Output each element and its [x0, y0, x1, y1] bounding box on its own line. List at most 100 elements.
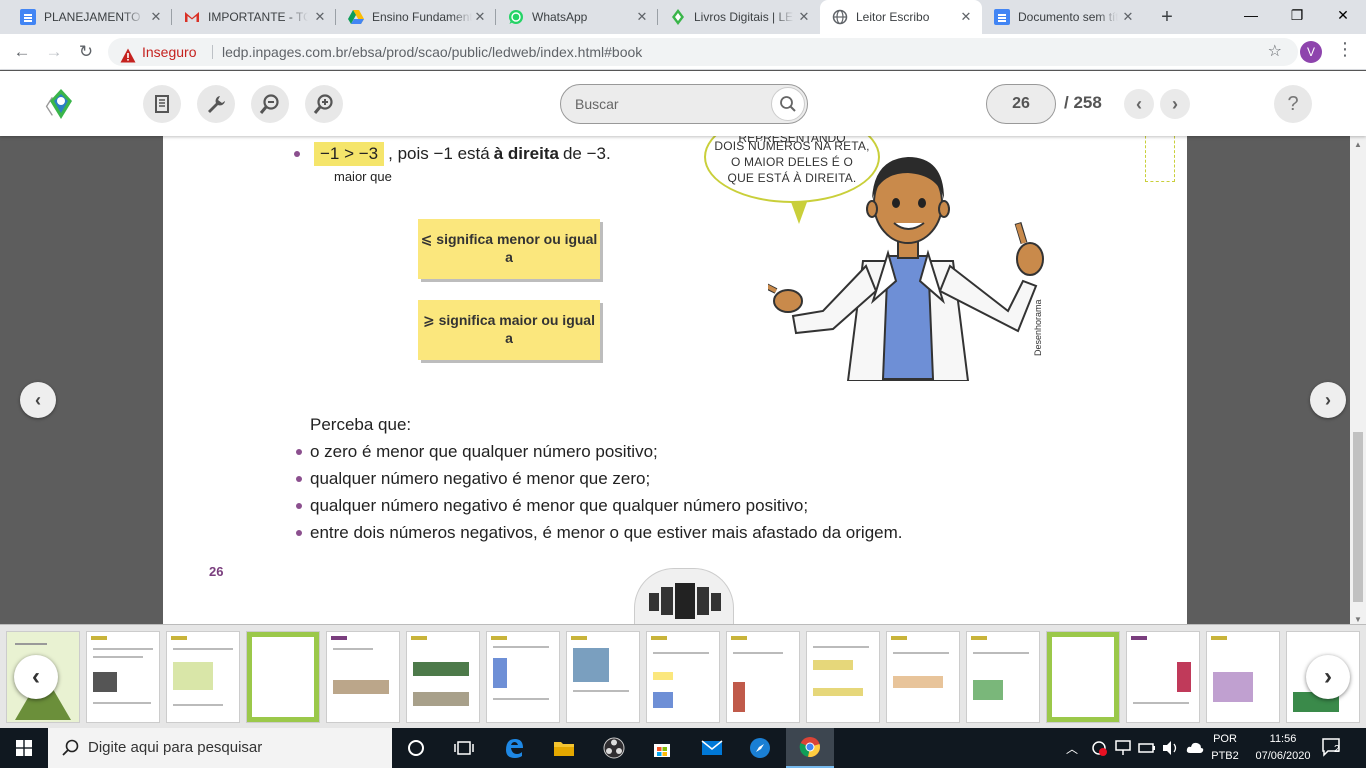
search-icon[interactable] [771, 87, 805, 121]
show-hidden-icons-icon[interactable]: ︿ [1066, 740, 1078, 768]
tab-leitor-escribo[interactable]: Leitor Escribo ✕ [820, 0, 982, 34]
page-scrollbar[interactable]: ▲ ▼ [1350, 136, 1366, 628]
battery-icon[interactable] [1138, 740, 1156, 768]
google-drive-icon [348, 9, 364, 25]
close-icon[interactable]: ✕ [474, 10, 486, 23]
bullet-dot [294, 151, 300, 157]
page-thumbnail[interactable] [1126, 631, 1200, 723]
minimize-button[interactable]: — [1228, 0, 1274, 30]
edge-icon[interactable] [490, 728, 538, 768]
notification-center-icon[interactable]: 2 [1322, 738, 1344, 768]
page-thumbnail[interactable] [886, 631, 960, 723]
prev-page-arrow-icon[interactable]: ‹ [20, 382, 56, 418]
address-bar[interactable]: Inseguro ledp.inpages.com.br/ebsa/prod/s… [108, 38, 1298, 66]
zoom-in-icon[interactable] [305, 85, 343, 123]
onedrive-cloud-icon[interactable] [1186, 740, 1204, 768]
inequality-text: , pois −1 está [388, 144, 490, 163]
thumbnails-icon [649, 583, 721, 619]
page-thumbnail[interactable] [566, 631, 640, 723]
current-page-input[interactable]: 26 [986, 84, 1056, 124]
tab-livros-digitais[interactable]: Livros Digitais | LEDP ✕ [658, 0, 820, 34]
file-explorer-icon[interactable] [540, 728, 588, 768]
next-page-arrow-icon[interactable]: › [1310, 382, 1346, 418]
profile-avatar[interactable]: V [1300, 41, 1322, 63]
bookmark-ribbon[interactable] [1145, 136, 1175, 182]
page-thumbnail[interactable] [966, 631, 1040, 723]
forward-arrow-icon[interactable]: → [42, 40, 66, 64]
reload-icon[interactable]: ↻ [74, 40, 98, 64]
scrollbar-thumb[interactable] [1353, 432, 1363, 602]
page-thumbnail[interactable] [806, 631, 880, 723]
volume-icon[interactable] [1162, 740, 1180, 768]
bookmark-star-icon[interactable]: ☆ [1268, 38, 1282, 66]
perceba-item: o zero é menor que qualquer número posit… [296, 442, 658, 462]
cortana-icon[interactable] [392, 728, 440, 768]
clock-time[interactable]: 11:56 [1248, 733, 1318, 745]
wrench-tools-icon[interactable] [197, 85, 235, 123]
close-icon[interactable]: ✕ [150, 10, 162, 23]
keyboard-layout[interactable]: PTB2 [1208, 750, 1242, 762]
page-thumbnail[interactable] [166, 631, 240, 723]
page-thumbnail[interactable] [86, 631, 160, 723]
obs-icon[interactable] [590, 728, 638, 768]
back-arrow-icon[interactable]: ← [10, 40, 34, 64]
ledp-logo[interactable] [50, 89, 72, 119]
chrome-icon[interactable] [786, 728, 834, 768]
task-view-icon[interactable] [440, 728, 488, 768]
tab-title: Livros Digitais | LEDP [694, 10, 794, 24]
page-thumbnail[interactable] [1206, 631, 1280, 723]
illustration-credit: Desenhorama [1033, 299, 1043, 356]
prev-page-chevron-icon[interactable]: ‹ [1124, 89, 1154, 119]
page-thumbnail[interactable] [406, 631, 480, 723]
url-text[interactable]: ledp.inpages.com.br/ebsa/prod/scao/publi… [222, 38, 642, 66]
tab-title: PLANEJAMENTO SEMANAL [44, 10, 144, 24]
tab-title: Ensino Fundamental [372, 10, 472, 24]
security-label[interactable]: Inseguro [142, 38, 196, 66]
tab-gmail[interactable]: IMPORTANTE - TODOS ✕ [172, 0, 336, 34]
network-status-icon[interactable] [1090, 740, 1108, 768]
search-input[interactable] [575, 94, 765, 114]
tab-title: WhatsApp [532, 10, 588, 24]
thumbnails-toggle-button[interactable] [634, 568, 734, 628]
close-icon[interactable]: ✕ [1122, 10, 1134, 23]
store-icon[interactable] [638, 728, 686, 768]
page-thumbnail[interactable] [326, 631, 400, 723]
clock-date[interactable]: 07/06/2020 [1248, 750, 1318, 762]
page-thumbnail[interactable] [486, 631, 560, 723]
google-docs-icon [994, 9, 1010, 25]
windows-start-icon[interactable] [0, 728, 48, 768]
perceba-title: Perceba que: [310, 415, 412, 434]
tab-documento[interactable]: Documento sem título ✕ [982, 0, 1144, 34]
tab-title: IMPORTANTE - TODOS [208, 10, 308, 24]
close-icon[interactable]: ✕ [636, 10, 648, 23]
page-thumbnail[interactable] [646, 631, 720, 723]
new-tab-button[interactable]: + [1156, 6, 1178, 28]
thumbnails-next-arrow-icon[interactable]: › [1306, 655, 1350, 699]
browser-compass-icon[interactable] [736, 728, 784, 768]
page-thumbnail[interactable] [1046, 631, 1120, 723]
ethernet-icon[interactable] [1114, 740, 1132, 768]
taskbar-search[interactable]: Digite aqui para pesquisar [48, 728, 392, 768]
close-icon[interactable]: ✕ [798, 10, 810, 23]
menu-dots-icon[interactable]: ⋮ [1336, 39, 1354, 60]
tab-drive[interactable]: Ensino Fundamental ✕ [336, 0, 496, 34]
page-thumbnail[interactable] [726, 631, 800, 723]
warning-icon[interactable] [120, 44, 136, 72]
close-icon[interactable]: ✕ [960, 10, 972, 23]
close-window-button[interactable]: ✕ [1320, 0, 1366, 30]
total-pages: / 258 [1064, 93, 1102, 112]
restore-button[interactable]: ❐ [1274, 0, 1320, 30]
thumbnails-prev-arrow-icon[interactable]: ‹ [14, 655, 58, 699]
mail-icon[interactable] [688, 728, 736, 768]
help-button[interactable]: ? [1274, 85, 1312, 123]
tab-planejamento[interactable]: PLANEJAMENTO SEMANAL ✕ [8, 0, 172, 34]
tab-strip: PLANEJAMENTO SEMANAL ✕ IMPORTANTE - TODO… [0, 0, 1366, 34]
zoom-out-icon[interactable] [251, 85, 289, 123]
summary-book-icon[interactable] [143, 85, 181, 123]
language-indicator[interactable]: POR [1208, 733, 1242, 745]
page-thumbnail[interactable] [246, 631, 320, 723]
close-icon[interactable]: ✕ [314, 10, 326, 23]
tab-whatsapp[interactable]: WhatsApp ✕ [496, 0, 658, 34]
next-page-chevron-icon[interactable]: › [1160, 89, 1190, 119]
inequality-end: de −3. [562, 144, 611, 163]
